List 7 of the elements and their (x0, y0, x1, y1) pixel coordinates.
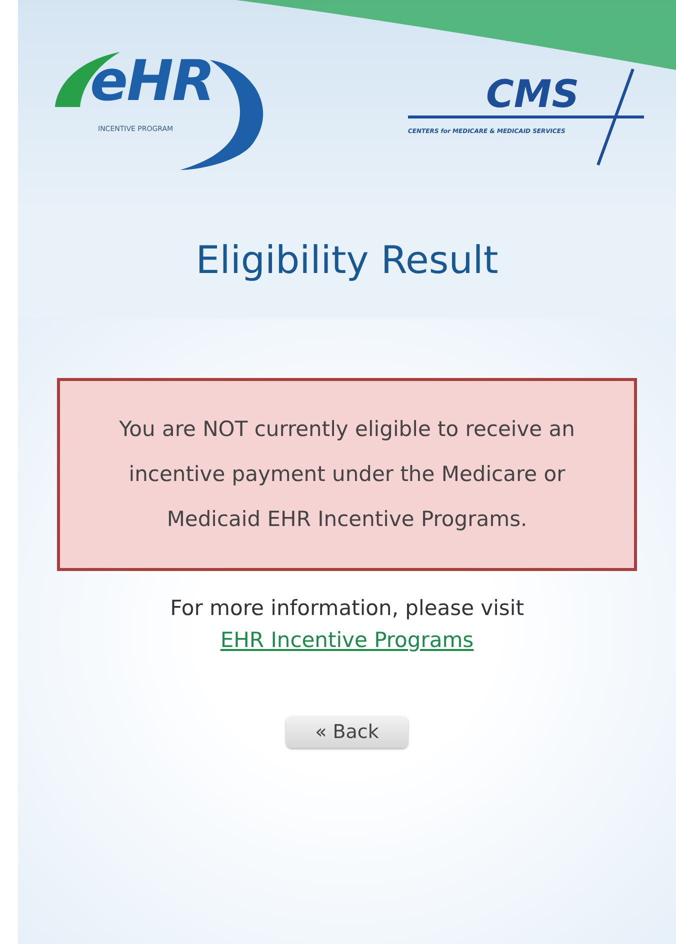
logo-mark: CMS (486, 74, 580, 112)
back-button[interactable]: « Back (286, 716, 408, 748)
alert-message: You are NOT currently eligible to receive an incentive payment under the Medicare or Medicaid EHR Incentive Programs. (118, 416, 576, 533)
page-title: Eligibility Result (196, 237, 498, 284)
logo-mark: eHR (90, 54, 214, 110)
incentive-programs-link[interactable]: EHR Incentive Programs (220, 624, 474, 656)
info-text: For more information, please visit (170, 595, 524, 622)
